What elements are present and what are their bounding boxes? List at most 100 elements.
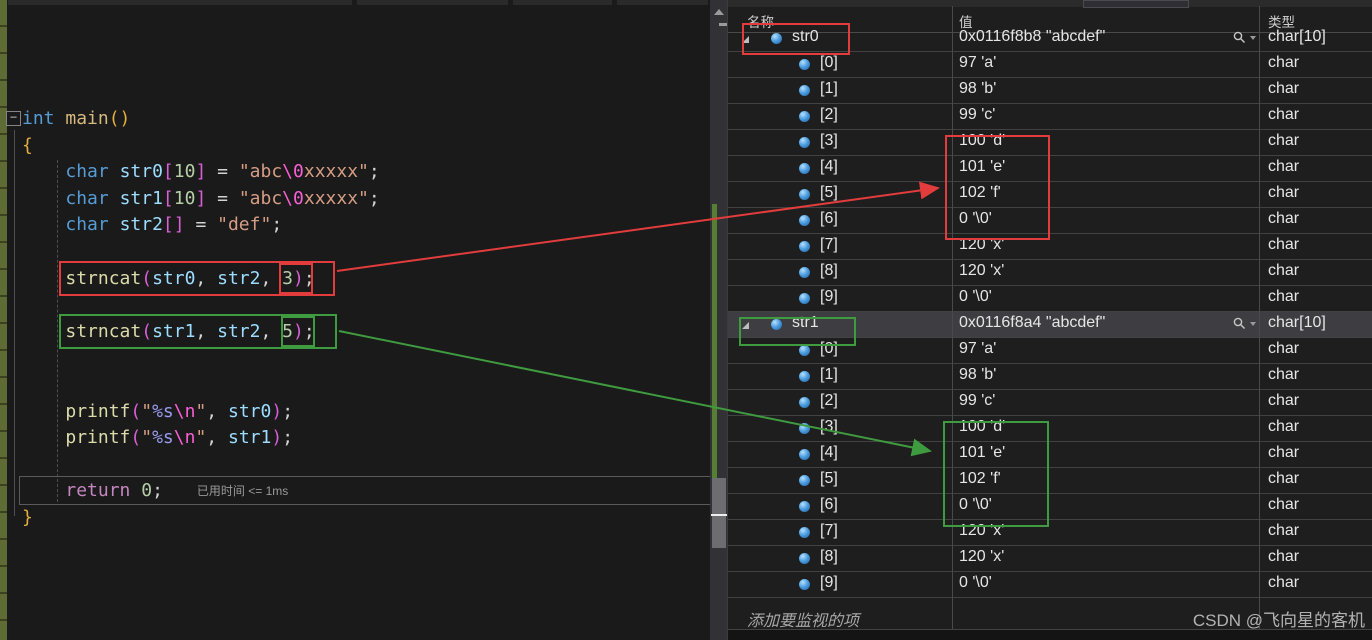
code-line[interactable] [22, 372, 380, 399]
row-type: char [1268, 418, 1300, 435]
watch-row-1[interactable]: [1] 98 'b' char [728, 78, 1372, 104]
code-line[interactable] [22, 345, 380, 372]
scrollbar-up-arrow-icon[interactable] [714, 9, 724, 15]
editor-tabbar-fragment [617, 0, 708, 5]
current-statement-outline [19, 476, 711, 505]
row-name: [0] [820, 54, 838, 71]
watch-row-5[interactable]: [5] 102 'f' char [728, 468, 1372, 494]
watch-row-7[interactable]: [7] 120 'x' char [728, 520, 1372, 546]
row-type: char [1268, 522, 1300, 539]
editor-tabbar-fragment [513, 0, 612, 5]
code-token: ; [368, 161, 380, 183]
variable-icon [799, 475, 810, 486]
watch-row-8[interactable]: [8] 120 'x' char [728, 260, 1372, 286]
watch-row-2[interactable]: [2] 99 'c' char [728, 104, 1372, 130]
vs-debug-window: − int main(){ char str0[10] = "abc\0xxxx… [0, 0, 1372, 640]
magnifier-icon[interactable] [1233, 31, 1257, 49]
code-token: str0 [119, 161, 163, 183]
watch-row-3[interactable]: [3] 100 'd' char [728, 416, 1372, 442]
magnifier-icon[interactable] [1233, 317, 1257, 335]
code-token: " [141, 427, 153, 449]
row-type: char [1268, 288, 1300, 305]
row-value: 0 '\0' [959, 288, 992, 305]
code-token: int [22, 108, 55, 129]
variable-icon [799, 579, 810, 590]
code-token: xxxxx" [303, 187, 369, 209]
code-line[interactable] [22, 452, 380, 479]
variable-icon [799, 189, 810, 200]
row-type: char [1268, 444, 1300, 461]
row-type: char [1268, 54, 1300, 71]
variable-icon [799, 423, 810, 434]
row-value: 99 'c' [959, 392, 996, 409]
code-line[interactable]: printf("%s\n", str0); [22, 399, 380, 426]
row-type: char [1268, 210, 1300, 227]
row-value: 0x0116f8a4 "abcdef" [959, 314, 1106, 331]
code-fold-collapse-icon[interactable]: − [6, 111, 21, 126]
row-value: 97 'a' [959, 340, 997, 357]
scrollbar-thumb[interactable] [712, 478, 726, 548]
watch-row-0[interactable]: [0] 97 'a' char [728, 52, 1372, 78]
code-token: 10 [173, 161, 196, 183]
row-type: char[10] [1268, 28, 1326, 45]
watch-row-6[interactable]: [6] 0 '\0' char [728, 494, 1372, 520]
column-separator[interactable] [1259, 6, 1260, 630]
row-name: [2] [820, 106, 838, 123]
code-token: ) [271, 400, 283, 422]
row-name: [5] [820, 184, 838, 201]
row-type: char [1268, 236, 1300, 253]
row-name: [6] [820, 496, 838, 513]
row-name: [9] [820, 574, 838, 591]
variable-icon [799, 267, 810, 278]
variable-icon [799, 449, 810, 460]
code-token: %s [152, 427, 174, 449]
watch-row-4[interactable]: [4] 101 'e' char [728, 156, 1372, 182]
row-name: [7] [820, 522, 838, 539]
row-value: 0x0116f8b8 "abcdef" [959, 28, 1106, 45]
code-line[interactable]: } [22, 505, 380, 532]
code-token: , [206, 427, 228, 449]
code-token: printf [65, 400, 131, 422]
row-type: char [1268, 80, 1300, 97]
row-name: [3] [820, 418, 838, 435]
row-value: 97 'a' [959, 54, 997, 71]
watch-row-6[interactable]: [6] 0 '\0' char [728, 208, 1372, 234]
code-line[interactable]: char str2[] = "def"; [22, 212, 380, 239]
watch-row-2[interactable]: [2] 99 'c' char [728, 390, 1372, 416]
code-token: = [206, 161, 239, 183]
watch-row-9[interactable]: [9] 0 '\0' char [728, 572, 1372, 598]
code-editor[interactable]: − int main(){ char str0[10] = "abc\0xxxx… [0, 0, 711, 640]
code-token: = [184, 214, 218, 236]
code-token: [ [162, 187, 174, 209]
watch-add-item-label[interactable]: 添加要监视的项 [747, 607, 859, 631]
variable-icon [799, 215, 810, 226]
code-line[interactable]: printf("%s\n", str1); [22, 425, 380, 452]
watch-row-5[interactable]: [5] 102 'f' char [728, 182, 1372, 208]
code-line[interactable]: int main() [22, 106, 380, 133]
row-value: 98 'b' [959, 80, 997, 97]
code-line[interactable]: char str1[10] = "abc\0xxxxx"; [22, 186, 379, 213]
code-line[interactable]: { [22, 133, 380, 160]
variable-icon [799, 397, 810, 408]
code-token: [ [162, 161, 174, 183]
watch-row-3[interactable]: [3] 100 'd' char [728, 130, 1372, 156]
row-type: char [1268, 262, 1300, 279]
code-token: char [65, 187, 109, 209]
code-line[interactable]: char str0[10] = "abc\0xxxxx"; [22, 159, 380, 186]
watch-row-9[interactable]: [9] 0 '\0' char [728, 286, 1372, 312]
code-token: { [22, 134, 33, 156]
watch-row-7[interactable]: [7] 120 'x' char [728, 234, 1372, 260]
editor-tabbar-fragment [8, 0, 352, 5]
fold-scope-line [14, 130, 15, 516]
code-token: %s [152, 400, 174, 422]
code-token: char [65, 161, 109, 183]
scrollbar-marker [719, 23, 727, 26]
watch-row-8[interactable]: [8] 120 'x' char [728, 546, 1372, 572]
watch-row-1[interactable]: [1] 98 'b' char [728, 364, 1372, 390]
column-separator[interactable] [952, 6, 953, 630]
watch-row-4[interactable]: [4] 101 'e' char [728, 442, 1372, 468]
